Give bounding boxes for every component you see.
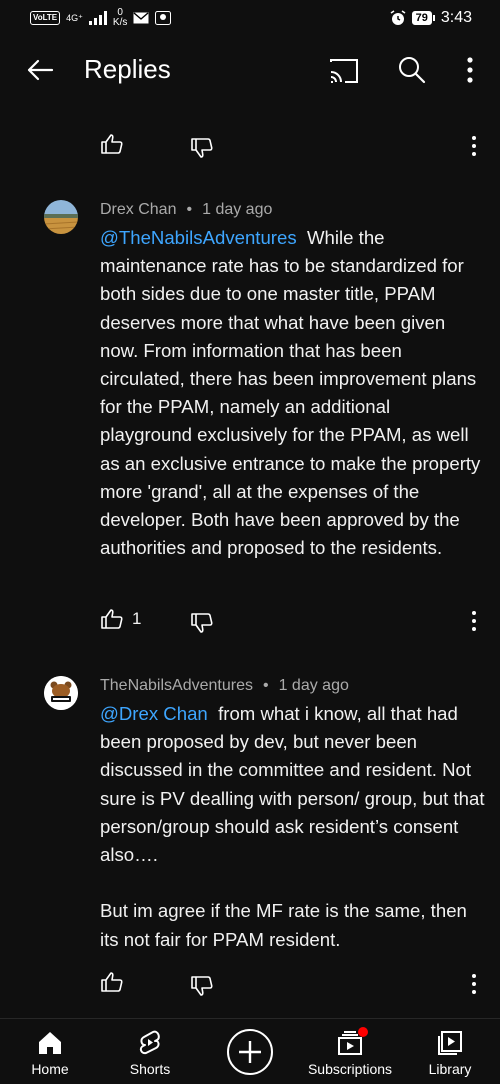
comment-author[interactable]: TheNabilsAdventures — [100, 677, 253, 694]
search-icon — [399, 57, 426, 84]
comment-text: @TheNabilsAdventures While the maintenan… — [100, 224, 485, 562]
volte-indicator: VoLTE — [30, 11, 61, 25]
search-button[interactable] — [396, 54, 428, 86]
network-speed-unit: K/s — [112, 17, 128, 28]
nav-home-label: Home — [31, 1061, 69, 1077]
comment-meta: Drex Chan • 1 day ago — [100, 201, 273, 218]
add-circle-icon — [227, 1029, 273, 1075]
comment-meta: TheNabilsAdventures • 1 day ago — [100, 677, 349, 694]
thumbs-down-icon — [191, 976, 213, 996]
network-type: 4G⁺ — [66, 12, 83, 23]
avatar-landscape-image — [44, 200, 78, 234]
nav-subscriptions-label: Subscriptions — [307, 1061, 393, 1077]
like-button[interactable] — [100, 132, 124, 156]
network-speed: 0 K/s — [113, 8, 127, 28]
more-vertical-icon — [472, 136, 476, 156]
bottom-navigation: Home Shorts Subscriptions Library — [0, 1018, 500, 1084]
like-button[interactable] — [100, 970, 124, 994]
dislike-button[interactable] — [190, 974, 214, 998]
comment-menu-button[interactable] — [466, 609, 482, 633]
avatar-bear-logo — [44, 676, 78, 710]
dislike-button[interactable] — [190, 136, 214, 160]
comment-actions: 1 — [100, 607, 490, 637]
status-bar: VoLTE 4G⁺ 0 K/s 79 3:43 — [0, 0, 500, 36]
nav-subscriptions[interactable]: Subscriptions — [300, 1019, 400, 1084]
like-count: 1 — [132, 609, 142, 628]
comment-actions — [100, 132, 490, 162]
status-right: 79 3:43 — [390, 9, 472, 27]
create-button[interactable] — [226, 1028, 274, 1076]
thumbs-up-icon — [101, 972, 123, 992]
alarm-icon — [390, 10, 406, 25]
battery-level: 79 — [411, 11, 432, 25]
page-title: Replies — [84, 54, 171, 84]
comment-actions — [100, 970, 490, 1000]
avatar[interactable] — [44, 200, 78, 234]
app-notification-icon — [155, 11, 172, 25]
app-bar: Replies — [0, 40, 500, 100]
comment-author[interactable]: Drex Chan — [100, 201, 176, 218]
mail-icon — [133, 12, 149, 24]
shorts-icon — [139, 1030, 160, 1055]
signal-icon — [88, 11, 107, 25]
battery-icon: 79 — [411, 11, 435, 25]
thumbs-down-icon — [191, 138, 213, 158]
cast-button[interactable] — [328, 56, 360, 86]
comment-menu-button[interactable] — [466, 972, 482, 996]
like-button[interactable] — [100, 607, 124, 631]
dislike-button[interactable] — [190, 611, 214, 635]
comment-body: While the maintenance rate has to be sta… — [100, 227, 486, 559]
nav-library[interactable]: Library — [400, 1019, 500, 1084]
comment-menu-button[interactable] — [466, 134, 482, 158]
thumbs-down-icon — [191, 613, 213, 633]
nav-home[interactable]: Home — [0, 1019, 100, 1084]
avatar[interactable] — [44, 676, 78, 710]
back-arrow-icon — [27, 59, 54, 81]
nav-shorts-label: Shorts — [129, 1061, 171, 1077]
cast-icon — [330, 59, 358, 83]
notification-dot — [358, 1027, 368, 1037]
more-options-button[interactable] — [460, 54, 480, 86]
thumbs-up-icon — [101, 134, 123, 154]
nav-shorts[interactable]: Shorts — [100, 1019, 200, 1084]
mention-link[interactable]: @Drex Chan — [100, 703, 208, 724]
back-button[interactable] — [24, 54, 56, 86]
comment-time: 1 day ago — [278, 677, 349, 694]
nav-library-label: Library — [428, 1061, 472, 1077]
comment-body: from what i know, all that had been prop… — [100, 703, 485, 950]
more-vertical-icon — [472, 611, 476, 631]
clock: 3:43 — [440, 9, 472, 26]
more-vertical-icon — [472, 974, 476, 994]
comment-time: 1 day ago — [202, 201, 273, 218]
comment-text: @Drex Chan from what i know, all that ha… — [100, 700, 485, 954]
library-icon — [438, 1031, 462, 1055]
home-icon — [39, 1032, 61, 1054]
more-vertical-icon — [467, 57, 473, 83]
thumbs-up-icon — [101, 609, 123, 629]
mention-link[interactable]: @TheNabilsAdventures — [100, 227, 297, 248]
status-left: VoLTE 4G⁺ 0 K/s — [30, 8, 172, 28]
